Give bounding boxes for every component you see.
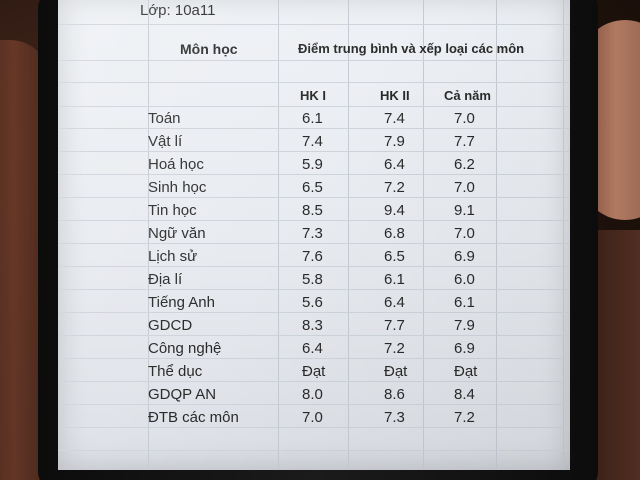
grid-row-line <box>58 450 570 451</box>
grid-row-line <box>58 289 570 290</box>
year-score: 7.0 <box>454 225 475 242</box>
subject-name: GDQP AN <box>148 386 217 403</box>
grid-row-line <box>58 106 570 107</box>
hk2-score: 7.2 <box>384 179 405 196</box>
year-score: 7.0 <box>454 179 475 196</box>
term1-header: HK I <box>300 88 326 103</box>
hk1-score: 7.6 <box>302 248 323 265</box>
subject-column-header: Môn học <box>180 41 238 57</box>
grid-row-line <box>58 151 570 152</box>
subject-name: Địa lí <box>148 271 183 288</box>
hk1-score: 8.3 <box>302 317 323 334</box>
grid-column-line <box>563 0 564 470</box>
grid-row-line <box>58 220 570 221</box>
term2-header: HK II <box>380 88 410 103</box>
hk1-score: 5.8 <box>302 271 323 288</box>
subject-name: Sinh học <box>148 179 207 196</box>
hk2-score: 6.1 <box>384 271 405 288</box>
subject-name: Toán <box>148 110 181 127</box>
grid-column-line <box>423 0 424 470</box>
photo-scene: Lớp: 10a11 Môn học Điểm trung bình và xế… <box>0 0 640 480</box>
grid-row-line <box>58 266 570 267</box>
year-score: 6.9 <box>454 248 475 265</box>
grid-row-line <box>58 335 570 336</box>
hk2-score: 6.4 <box>384 156 405 173</box>
subject-name: Lịch sử <box>148 248 198 265</box>
hk1-score: 7.4 <box>302 133 323 150</box>
grid-row-line <box>58 427 570 428</box>
subject-name: Tiếng Anh <box>148 294 215 311</box>
hk2-score: 8.6 <box>384 386 405 403</box>
hk2-score: 6.5 <box>384 248 405 265</box>
grid-row-line <box>58 243 570 244</box>
grid-row-line <box>58 82 570 83</box>
hk2-score: 6.8 <box>384 225 405 242</box>
grid-column-line <box>278 0 279 470</box>
year-score: 6.9 <box>454 340 475 357</box>
hk2-score: 9.4 <box>384 202 405 219</box>
grid-row-line <box>58 197 570 198</box>
grid-column-line <box>348 0 349 470</box>
hk1-score: 7.0 <box>302 409 323 426</box>
year-score: 6.2 <box>454 156 475 173</box>
hk1-score: 6.4 <box>302 340 323 357</box>
subject-name: GDCD <box>148 317 193 334</box>
hk2-score: Đạt <box>384 363 408 380</box>
grid-row-line <box>58 128 570 129</box>
year-score: Đạt <box>454 363 478 380</box>
year-score: 6.1 <box>454 294 475 311</box>
grid-row-line <box>58 358 570 359</box>
hk2-score: 7.4 <box>384 110 405 127</box>
full-year-header: Cả năm <box>444 88 491 103</box>
hk2-score: 6.4 <box>384 294 405 311</box>
hk1-score: 6.5 <box>302 179 323 196</box>
hk2-score: 7.7 <box>384 317 405 334</box>
hk1-score: 6.1 <box>302 110 323 127</box>
grid-row-line <box>58 404 570 405</box>
hk2-score: 7.3 <box>384 409 405 426</box>
year-score: 8.4 <box>454 386 475 403</box>
year-score: 7.7 <box>454 133 475 150</box>
year-score: 6.0 <box>454 271 475 288</box>
grid-row-line <box>58 174 570 175</box>
subject-name: ĐTB các môn <box>148 409 239 426</box>
subject-name: Ngữ văn <box>148 225 206 242</box>
grid-row-line <box>58 312 570 313</box>
year-score: 7.0 <box>454 110 475 127</box>
subject-name: Tin học <box>148 202 197 219</box>
year-score: 7.2 <box>454 409 475 426</box>
year-score: 7.9 <box>454 317 475 334</box>
average-column-header: Điểm trung bình và xếp loại các môn <box>298 41 525 56</box>
hk1-score: 8.5 <box>302 202 323 219</box>
hk2-score: 7.9 <box>384 133 405 150</box>
grid-row-line <box>58 381 570 382</box>
subject-name: Vật lí <box>148 133 183 150</box>
hk2-score: 7.2 <box>384 340 405 357</box>
subject-name: Thể dục <box>148 363 203 380</box>
hk1-score: Đạt <box>302 363 326 380</box>
grid-row-line <box>58 60 570 61</box>
grid-row-line <box>58 24 570 25</box>
grid-column-line <box>496 0 497 470</box>
year-score: 9.1 <box>454 202 475 219</box>
hk1-score: 7.3 <box>302 225 323 242</box>
subject-name: Công nghệ <box>148 340 222 357</box>
class-label: Lớp: 10a11 <box>140 2 216 19</box>
subject-name: Hoá học <box>148 156 204 173</box>
hk1-score: 5.9 <box>302 156 323 173</box>
hk1-score: 8.0 <box>302 386 323 403</box>
phone-screen: Lớp: 10a11 Môn học Điểm trung bình và xế… <box>58 0 570 470</box>
hk1-score: 5.6 <box>302 294 323 311</box>
